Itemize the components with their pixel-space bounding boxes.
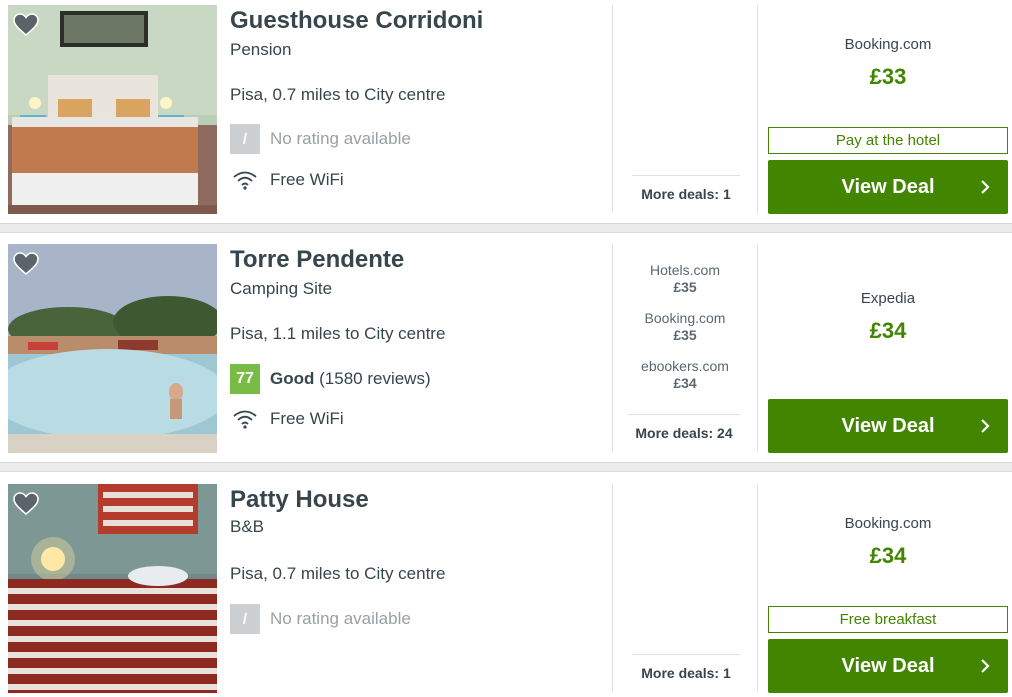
rating-text: Good (1580 reviews) xyxy=(270,369,431,389)
amenity: Free WiFi xyxy=(232,170,344,190)
hotel-name[interactable]: Torre Pendente xyxy=(230,246,404,274)
alt-deal-site: Hotels.com xyxy=(649,262,721,278)
heart-icon[interactable] xyxy=(13,13,39,37)
divider xyxy=(612,484,613,692)
alt-deal[interactable]: ebookers.com £34 xyxy=(625,358,745,392)
hotel-photo[interactable] xyxy=(8,5,217,214)
hotel-name[interactable]: Patty House xyxy=(230,486,369,514)
hotel-photo[interactable] xyxy=(8,484,217,693)
hotel-location: Pisa, 1.1 miles to City centre xyxy=(230,324,446,343)
rating-reviews[interactable]: (1580 reviews) xyxy=(319,369,431,388)
wifi-icon xyxy=(233,171,257,190)
rating-badge: / xyxy=(230,124,260,154)
deal-provider: Booking.com xyxy=(844,515,932,532)
hotel-name[interactable]: Guesthouse Corridoni xyxy=(230,7,483,35)
divider xyxy=(757,5,758,213)
hotel-type: Camping Site xyxy=(230,279,333,298)
deal-perk-badge: Pay at the hotel xyxy=(768,127,1008,154)
rating-text: No rating available xyxy=(270,609,411,628)
card-separator xyxy=(0,223,1012,233)
alt-deal[interactable]: Booking.com £35 xyxy=(625,310,745,344)
hotel-type: B&B xyxy=(230,517,265,536)
view-deal-button[interactable]: View Deal xyxy=(768,160,1008,214)
alt-deal-price: £35 xyxy=(673,279,697,295)
alternative-deals: Hotels.com £35 Booking.com £35 ebookers.… xyxy=(625,262,745,406)
hotel-card: Guesthouse Corridoni Pension Pisa, 0.7 m… xyxy=(0,0,1012,222)
hotel-location: Pisa, 0.7 miles to City centre xyxy=(230,564,446,583)
view-deal-label: View Deal xyxy=(841,654,935,677)
divider xyxy=(757,484,758,692)
more-deals-link[interactable]: More deals: 1 xyxy=(632,175,740,202)
amenity-label: Free WiFi xyxy=(270,170,344,189)
hotel-card: Torre Pendente Camping Site Pisa, 1.1 mi… xyxy=(0,239,1012,461)
view-deal-button[interactable]: View Deal xyxy=(768,639,1008,693)
rating-text: No rating available xyxy=(270,129,411,148)
alt-deal-price: £35 xyxy=(673,327,697,343)
deal-price[interactable]: £34 xyxy=(768,543,1008,569)
deal-perk-badge: Free breakfast xyxy=(768,606,1008,633)
more-deals-link[interactable]: More deals: 1 xyxy=(632,654,740,681)
rating-word: Good xyxy=(270,369,315,388)
alt-deal[interactable]: Hotels.com £35 xyxy=(625,262,745,296)
rating: / No rating available xyxy=(230,604,411,634)
deal-provider: Expedia xyxy=(860,290,916,307)
hotel-photo[interactable] xyxy=(8,244,217,453)
alt-deal-price: £34 xyxy=(673,375,697,391)
alt-deal-site: Booking.com xyxy=(644,310,726,326)
rating: / No rating available xyxy=(230,124,411,154)
chevron-right-icon xyxy=(981,659,990,673)
amenity-label: Free WiFi xyxy=(270,409,344,428)
view-deal-label: View Deal xyxy=(841,414,935,437)
wifi-icon xyxy=(233,410,257,429)
card-separator xyxy=(0,462,1012,472)
deal-provider: Booking.com xyxy=(844,36,932,53)
hotel-card: Patty House B&B Pisa, 0.7 miles to City … xyxy=(0,479,1012,697)
chevron-right-icon xyxy=(981,419,990,433)
deal-price[interactable]: £33 xyxy=(768,64,1008,90)
view-deal-button[interactable]: View Deal xyxy=(768,399,1008,453)
view-deal-label: View Deal xyxy=(841,175,935,198)
rating-badge: 77 xyxy=(230,364,260,394)
rating: 77 Good (1580 reviews) xyxy=(230,364,431,394)
alt-deal-site: ebookers.com xyxy=(641,358,729,374)
heart-icon[interactable] xyxy=(13,492,39,516)
divider xyxy=(757,244,758,452)
amenity: Free WiFi xyxy=(232,409,344,429)
chevron-right-icon xyxy=(981,180,990,194)
heart-icon[interactable] xyxy=(13,252,39,276)
hotel-type: Pension xyxy=(230,40,292,59)
divider xyxy=(612,244,613,452)
more-deals-link[interactable]: More deals: 24 xyxy=(628,414,740,441)
rating-badge: / xyxy=(230,604,260,634)
divider xyxy=(612,5,613,213)
hotel-location: Pisa, 0.7 miles to City centre xyxy=(230,85,446,104)
deal-price[interactable]: £34 xyxy=(768,318,1008,344)
